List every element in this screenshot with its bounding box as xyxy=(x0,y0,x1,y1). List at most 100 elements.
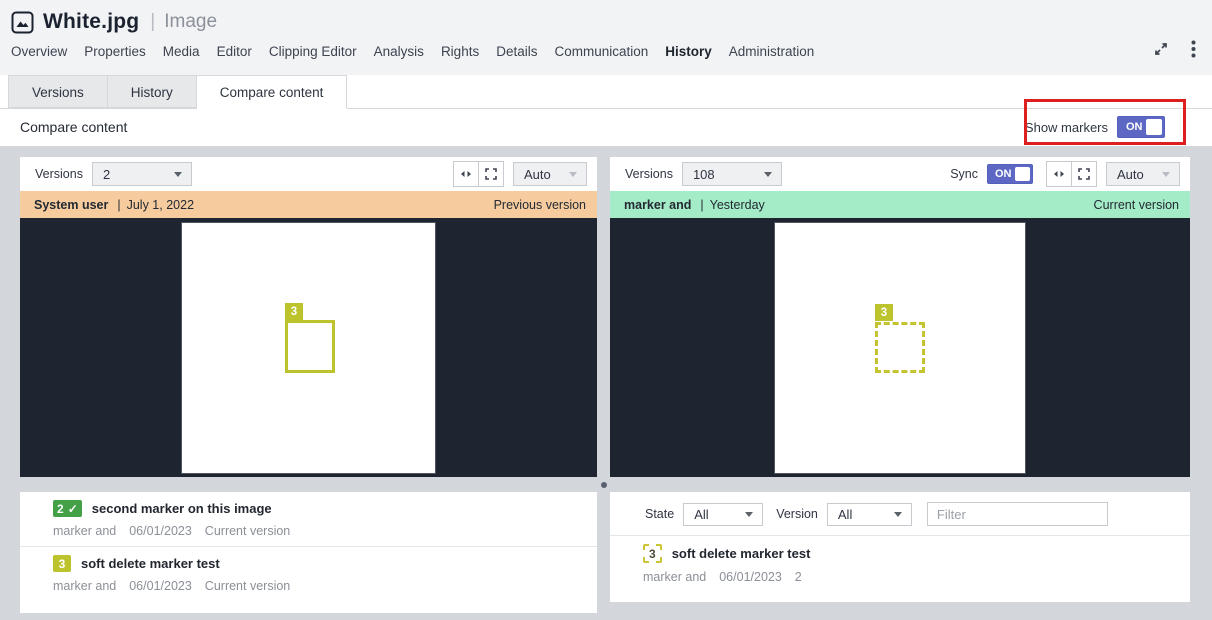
marker-title: second marker on this image xyxy=(92,501,272,516)
marker-filter-row: State All Version All xyxy=(610,492,1190,536)
marker-2-badge: 2 ✓ xyxy=(53,500,82,517)
right-version-select[interactable]: 108 xyxy=(682,162,782,186)
image-file-icon xyxy=(11,11,34,34)
right-version-select-value: 108 xyxy=(693,167,715,182)
marker-3-label[interactable]: 3 xyxy=(875,304,893,321)
title-separator: | xyxy=(150,11,155,33)
show-markers-label: Show markers xyxy=(1025,120,1108,135)
show-markers-toggle[interactable]: ON xyxy=(1117,116,1165,138)
tab-versions[interactable]: Versions xyxy=(8,75,108,108)
chevron-down-icon xyxy=(174,172,182,177)
version-date: Yesterday xyxy=(710,198,765,212)
tab-compare-content[interactable]: Compare content xyxy=(197,75,348,109)
app-header: White.jpg | Image Overview Properties Me… xyxy=(0,0,1212,75)
nav-communication[interactable]: Communication xyxy=(554,44,648,59)
marker-list-item[interactable]: 2 ✓ second marker on this image marker a… xyxy=(20,492,597,546)
right-image-viewport: 3 xyxy=(610,218,1190,477)
fit-width-icon[interactable] xyxy=(1046,161,1072,187)
marker-3-badge-deleted: 3 xyxy=(643,544,662,563)
version-author: System user xyxy=(34,198,108,212)
left-compare-panel: Versions 2 Auto System user | J xyxy=(20,157,597,613)
nav-rights[interactable]: Rights xyxy=(441,44,479,59)
right-view-buttons xyxy=(1046,161,1097,187)
left-marker-list: 2 ✓ second marker on this image marker a… xyxy=(20,492,597,613)
version-filter-label: Version xyxy=(776,507,818,521)
versions-label: Versions xyxy=(625,167,673,181)
fullscreen-icon[interactable] xyxy=(1071,161,1097,187)
separator: | xyxy=(117,198,120,212)
state-select-value: All xyxy=(694,507,708,522)
check-icon: ✓ xyxy=(68,502,78,516)
version-filter-select-value: All xyxy=(838,507,852,522)
marker-3-label[interactable]: 3 xyxy=(285,303,303,320)
nav-properties[interactable]: Properties xyxy=(84,44,146,59)
nav-media[interactable]: Media xyxy=(163,44,200,59)
left-version-select-value: 2 xyxy=(103,167,110,182)
chevron-down-icon xyxy=(764,172,772,177)
toggle-knob xyxy=(1015,167,1030,181)
main-nav: Overview Properties Media Editor Clippin… xyxy=(0,34,1212,59)
nav-administration[interactable]: Administration xyxy=(729,44,815,59)
nav-analysis[interactable]: Analysis xyxy=(374,44,424,59)
kebab-menu-icon[interactable] xyxy=(1191,40,1196,58)
state-label: State xyxy=(645,507,674,521)
chevron-down-icon xyxy=(569,172,577,177)
marker-meta: marker and 06/01/2023 Current version xyxy=(53,579,597,593)
versions-label: Versions xyxy=(35,167,83,181)
nav-overview[interactable]: Overview xyxy=(11,44,67,59)
chevron-down-icon xyxy=(1162,172,1170,177)
current-version-bar: marker and | Yesterday Current version xyxy=(610,191,1190,218)
expand-fullscreen-icon[interactable] xyxy=(1153,41,1169,57)
chevron-down-icon xyxy=(894,512,902,517)
separator: | xyxy=(700,198,703,212)
marker-3-badge: 3 xyxy=(53,555,71,572)
panel-separator-strip xyxy=(610,477,1190,492)
panel-resize-handle[interactable] xyxy=(601,482,607,488)
tab-history[interactable]: History xyxy=(108,75,197,108)
marker-filter-input[interactable] xyxy=(927,502,1108,526)
nav-clipping-editor[interactable]: Clipping Editor xyxy=(269,44,357,59)
show-markers-toggle-state: ON xyxy=(1126,121,1143,133)
previous-version-bar: System user | July 1, 2022 Previous vers… xyxy=(20,191,597,218)
left-zoom-select[interactable]: Auto xyxy=(513,162,587,186)
marker-title: soft delete marker test xyxy=(81,556,220,571)
marker-list-item[interactable]: 3 soft delete marker test marker and 06/… xyxy=(20,546,597,601)
chevron-down-icon xyxy=(745,512,753,517)
marker-meta: marker and 06/01/2023 Current version xyxy=(53,524,597,538)
section-title: Compare content xyxy=(20,119,127,135)
right-marker-list: State All Version All 3 soft delete ma xyxy=(610,492,1190,602)
marker-3-region-dashed[interactable] xyxy=(875,322,925,373)
left-image-viewport: 3 xyxy=(20,218,597,477)
right-panel-toolbar: Versions 108 Sync ON Auto xyxy=(610,157,1190,191)
section-heading-row: Compare content Show markers ON xyxy=(0,109,1212,146)
version-tag: Previous version xyxy=(494,198,586,212)
sub-tabstrip: Versions History Compare content xyxy=(0,75,1212,109)
compare-content-area: Versions 2 Auto System user | J xyxy=(0,146,1212,620)
nav-details[interactable]: Details xyxy=(496,44,537,59)
state-select[interactable]: All xyxy=(683,503,763,526)
left-version-select[interactable]: 2 xyxy=(92,162,192,186)
nav-editor[interactable]: Editor xyxy=(217,44,252,59)
marker-meta: marker and 06/01/2023 2 xyxy=(643,570,1190,584)
marker-list-item[interactable]: 3 soft delete marker test marker and 06/… xyxy=(610,536,1190,592)
panel-separator-strip xyxy=(20,477,597,492)
version-filter-select[interactable]: All xyxy=(827,503,912,526)
left-view-buttons xyxy=(453,161,504,187)
version-tag: Current version xyxy=(1094,198,1179,212)
page-title: White.jpg xyxy=(43,10,139,34)
fit-width-icon[interactable] xyxy=(453,161,479,187)
show-markers-control: Show markers ON xyxy=(1025,116,1165,138)
marker-3-region[interactable] xyxy=(285,320,335,373)
nav-history[interactable]: History xyxy=(665,44,712,59)
header-icons xyxy=(1153,40,1196,58)
sync-toggle-state: ON xyxy=(995,168,1012,180)
sync-label: Sync xyxy=(950,167,978,181)
fullscreen-icon[interactable] xyxy=(478,161,504,187)
marker-title: soft delete marker test xyxy=(672,546,811,561)
sync-toggle[interactable]: ON xyxy=(987,164,1033,184)
right-image-canvas: 3 xyxy=(775,223,1025,473)
left-panel-toolbar: Versions 2 Auto xyxy=(20,157,597,191)
version-date: July 1, 2022 xyxy=(127,198,194,212)
right-zoom-select[interactable]: Auto xyxy=(1106,162,1180,186)
title-row: White.jpg | Image xyxy=(0,0,1212,34)
